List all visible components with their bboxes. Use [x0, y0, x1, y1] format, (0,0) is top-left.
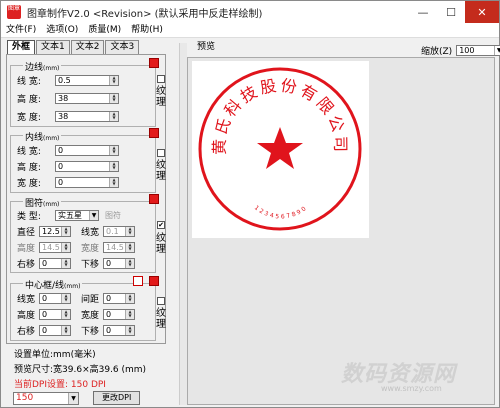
shape-diameter-spinner[interactable]: 12.5 ▲ ▼ — [39, 225, 71, 237]
inner-group-title: 内线(mm) — [23, 130, 62, 143]
seal-number: 1234567890 — [253, 204, 309, 220]
settings-tabs: 外框 文本1 文本2 文本3 — [7, 40, 140, 54]
shape-group-title: 图符(mm) — [23, 196, 62, 209]
shape-diameter-label: 直径 — [17, 227, 36, 238]
menu-file[interactable]: 文件(F) — [1, 23, 41, 38]
inner-texture-label: 纹理 — [156, 160, 166, 182]
inner-width-spinner[interactable]: 0 ▲ ▼ — [55, 176, 119, 188]
shape-picker-button[interactable]: 图符 — [105, 210, 121, 221]
seal-canvas: 黄氏科技股份有限公司 1234567890 — [192, 61, 369, 238]
maximize-button[interactable]: ☐ — [437, 1, 465, 23]
app-icon: 图章 — [7, 5, 21, 19]
title-bar[interactable]: 图章 图章制作V2.0 <Revision> (默认采用中反走样绘制) — ☐ … — [1, 1, 499, 23]
dpi-info: 当前DPI设置: 150 DPI — [14, 380, 106, 390]
window-title: 图章制作V2.0 <Revision> (默认采用中反走样绘制) — [27, 8, 263, 20]
center-height-label: 高度 — [17, 310, 36, 321]
shape-linewidth-label: 线宽 — [81, 227, 100, 238]
size-info: 预览尺寸:宽39.6×高39.6 (mm) — [14, 365, 147, 375]
shape-right-label: 右移 — [17, 259, 36, 270]
center-frame-swatch[interactable] — [133, 276, 143, 286]
center-color-swatch[interactable] — [149, 276, 159, 286]
border-texture-label: 纹理 — [156, 86, 166, 108]
border-group-title: 边线(mm) — [23, 60, 62, 73]
inner-height-spinner[interactable]: 0 ▲ ▼ — [55, 160, 119, 172]
border-linewidth-spinner[interactable]: 0.5 ▲ ▼ — [55, 74, 119, 86]
center-right-label: 右移 — [17, 326, 36, 337]
center-width-label: 宽度 — [81, 310, 100, 321]
shape-down-spinner[interactable]: 0 ▲ ▼ — [103, 257, 135, 269]
shape-linewidth-spinner[interactable]: 0.1 ▲ ▼ — [103, 225, 135, 237]
shape-down-label: 下移 — [81, 259, 100, 270]
center-gap-spinner[interactable]: 0 ▲ ▼ — [103, 292, 135, 304]
panel-splitter[interactable] — [179, 43, 187, 405]
border-color-swatch[interactable] — [149, 58, 159, 68]
inner-color-swatch[interactable] — [149, 128, 159, 138]
shape-texture-label: 纹理 — [156, 233, 166, 255]
seal-graphic: 黄氏科技股份有限公司 1234567890 — [198, 67, 362, 231]
inner-height-label: 高 度: — [17, 162, 41, 173]
shape-right-spinner[interactable]: 0 ▲ ▼ — [39, 257, 71, 269]
center-group-title: 中心框/线(mm) — [23, 278, 83, 291]
shape-height-spinner[interactable]: 14.5 ▲ ▼ — [39, 241, 71, 253]
center-width-spinner[interactable]: 0 ▲ ▼ — [103, 308, 135, 320]
preview-label: 预览 — [197, 42, 216, 52]
shape-color-swatch[interactable] — [149, 194, 159, 204]
close-button[interactable]: ✕ — [465, 1, 499, 23]
seal-star-icon — [257, 127, 303, 169]
border-group: 边线(mm) 线 宽: 0.5 ▲ ▼ 高 度: 38 ▲ ▼ 宽 度: 38 ▲ ▼ — [10, 58, 159, 127]
center-down-spinner[interactable]: 0 ▲ ▼ — [103, 324, 135, 336]
center-texture-checkbox[interactable] — [157, 297, 165, 305]
tab-text3[interactable]: 文本3 — [105, 40, 140, 54]
center-height-spinner[interactable]: 0 ▲ ▼ — [39, 308, 71, 320]
border-linewidth-label: 线 宽: — [17, 76, 41, 87]
shape-width-spinner[interactable]: 14.5 ▲ ▼ — [103, 241, 135, 253]
watermark-url: www.smzy.com — [381, 384, 442, 393]
inner-linewidth-spinner[interactable]: 0 ▲ ▼ — [55, 144, 119, 156]
menu-bar: 文件(F) 选项(O) 质量(M) 帮助(H) — [1, 23, 499, 38]
shape-group: 图符(mm) 类 型: 实五星 ▼ 图符 直径 12.5 ▲ ▼ 线宽 0.1 ▲ ▼ 高… — [10, 194, 159, 273]
unit-info: 设置单位:mm(毫米) — [14, 350, 96, 360]
zoom-label: 缩放(Z) — [421, 47, 453, 57]
zoom-select[interactable]: 100 ▼ — [456, 45, 500, 56]
shape-width-label: 宽度 — [81, 243, 100, 254]
center-down-label: 下移 — [81, 326, 100, 337]
change-dpi-button[interactable]: 更改DPI — [93, 391, 141, 405]
shape-height-label: 高度 — [17, 243, 36, 254]
border-texture-checkbox[interactable] — [157, 75, 165, 83]
menu-options[interactable]: 选项(O) — [41, 23, 83, 38]
app-window: 图章 图章制作V2.0 <Revision> (默认采用中反走样绘制) — ☐ … — [0, 0, 500, 408]
shape-type-label: 类 型: — [17, 211, 41, 222]
inner-linewidth-label: 线 宽: — [17, 146, 41, 157]
center-texture-label: 纹理 — [156, 308, 166, 330]
dpi-controls: 150 ▼ 更改DPI — [13, 391, 141, 405]
inner-group: 内线(mm) 线 宽: 0 ▲ ▼ 高 度: 0 ▲ ▼ 宽 度: 0 ▲ ▼ — [10, 128, 159, 193]
center-group: 中心框/线(mm) 线宽 0 ▲ ▼ 间距 0 ▲ ▼ 高度 0 ▲ ▼ 宽度 0 ▲ ▼ 右移… — [10, 276, 159, 341]
center-linewidth-spinner[interactable]: 0 ▲ ▼ — [39, 292, 71, 304]
shape-texture-checkbox[interactable]: ✔ — [157, 221, 165, 229]
center-linewidth-label: 线宽 — [17, 294, 36, 305]
tab-text1[interactable]: 文本1 — [36, 40, 70, 54]
center-gap-label: 间距 — [81, 294, 100, 305]
tab-frame[interactable]: 外框 — [7, 40, 36, 54]
inner-texture-checkbox[interactable] — [157, 149, 165, 157]
border-height-spinner[interactable]: 38 ▲ ▼ — [55, 92, 119, 104]
dpi-select[interactable]: 150 ▼ — [13, 391, 79, 405]
border-height-label: 高 度: — [17, 94, 41, 105]
border-width-spinner[interactable]: 38 ▲ ▼ — [55, 110, 119, 122]
shape-type-select[interactable]: 实五星 ▼ — [55, 209, 99, 221]
menu-quality[interactable]: 质量(M) — [83, 23, 126, 38]
zoom-controls: 缩放(Z) 100 ▼ — [421, 44, 500, 57]
center-right-spinner[interactable]: 0 ▲ ▼ — [39, 324, 71, 336]
inner-width-label: 宽 度: — [17, 178, 41, 189]
settings-panel: 边线(mm) 线 宽: 0.5 ▲ ▼ 高 度: 38 ▲ ▼ 宽 度: 38 ▲ ▼ 纹理… — [6, 54, 166, 344]
tab-text2[interactable]: 文本2 — [70, 40, 105, 54]
minimize-button[interactable]: — — [409, 1, 437, 23]
border-width-label: 宽 度: — [17, 112, 41, 123]
menu-help[interactable]: 帮助(H) — [126, 23, 168, 38]
